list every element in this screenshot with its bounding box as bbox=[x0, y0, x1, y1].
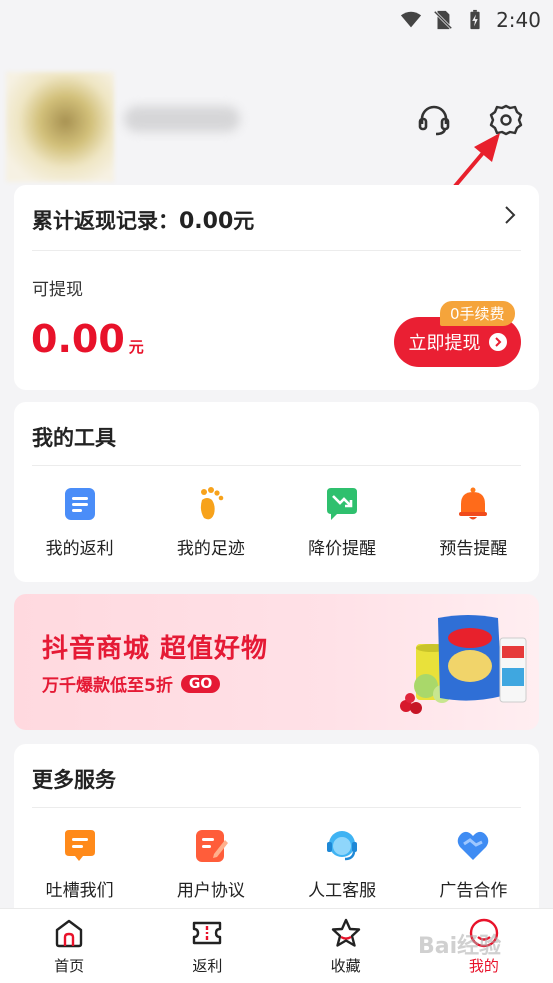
tool-my-rebate[interactable]: 我的返利 bbox=[14, 486, 145, 559]
tab-mine[interactable]: 我的 bbox=[415, 909, 553, 983]
section-title-tools: 我的工具 bbox=[32, 426, 116, 450]
tab-favorites[interactable]: 收藏 bbox=[277, 909, 415, 983]
wifi-icon bbox=[400, 11, 422, 28]
my-tools-card: 我的工具 我的返利 我的足迹 降价提醒 预告提醒 bbox=[14, 402, 539, 582]
service-customer-support[interactable]: 人工客服 bbox=[277, 828, 408, 901]
status-bar: 2:40 bbox=[0, 0, 553, 40]
snack-products-image bbox=[400, 615, 527, 714]
section-title-more: 更多服务 bbox=[32, 768, 116, 792]
go-button[interactable]: GO bbox=[180, 674, 221, 693]
cashback-card: 累计返现记录：0.00元 可提现 0.00 元 立即提现 0手续费 bbox=[14, 185, 539, 390]
banner-subtitle: 万千爆款低至5折 GO bbox=[42, 671, 221, 696]
tool-price-drop[interactable]: 降价提醒 bbox=[277, 486, 408, 559]
bell-icon bbox=[459, 487, 488, 520]
chevron-right-icon[interactable] bbox=[503, 205, 517, 225]
fee-badge: 0手续费 bbox=[440, 301, 515, 326]
service-ad-cooperation[interactable]: 广告合作 bbox=[408, 828, 539, 901]
withdrawable-label: 可提现 bbox=[32, 280, 83, 300]
service-feedback[interactable]: 吐槽我们 bbox=[14, 828, 145, 901]
withdrawable-amount: 0.00 元 bbox=[31, 317, 144, 361]
tab-rebate[interactable]: 返利 bbox=[138, 909, 276, 983]
profile-icon bbox=[469, 918, 499, 947]
avatar[interactable] bbox=[6, 72, 114, 182]
promo-banner[interactable]: 抖音商城 超值好物 万千爆款低至5折 GO bbox=[14, 594, 539, 730]
agreement-icon bbox=[195, 830, 228, 862]
ticket-icon bbox=[193, 921, 222, 944]
tool-preview-reminder[interactable]: 预告提醒 bbox=[408, 486, 539, 559]
status-time: 2:40 bbox=[496, 8, 541, 32]
home-icon bbox=[55, 919, 83, 947]
divider bbox=[32, 807, 521, 808]
star-icon bbox=[331, 918, 360, 947]
customer-service-icon bbox=[327, 831, 358, 861]
no-sim-icon bbox=[433, 10, 453, 30]
feedback-chat-icon bbox=[64, 830, 95, 861]
battery-charging-icon bbox=[470, 9, 480, 30]
cashback-record-title[interactable]: 累计返现记录：0.00元 bbox=[32, 205, 254, 235]
tab-home[interactable]: 首页 bbox=[0, 909, 138, 983]
headset-icon[interactable] bbox=[416, 102, 452, 138]
username-blurred bbox=[124, 106, 240, 132]
service-user-agreement[interactable]: 用户协议 bbox=[145, 828, 276, 901]
tool-my-footprint[interactable]: 我的足迹 bbox=[145, 486, 276, 559]
divider bbox=[32, 465, 521, 466]
heart-handshake-icon bbox=[458, 831, 489, 860]
gear-icon[interactable] bbox=[488, 102, 524, 138]
more-services-card: 更多服务 吐槽我们 用户协议 人工客服 广告合作 bbox=[14, 744, 539, 924]
arrow-right-icon bbox=[488, 333, 507, 351]
banner-title: 抖音商城 超值好物 bbox=[42, 634, 269, 664]
bottom-tab-bar: 首页 返利 收藏 我的 bbox=[0, 908, 553, 983]
cashback-total: 0.00 bbox=[179, 209, 234, 234]
price-drop-icon bbox=[327, 488, 358, 520]
profile-header bbox=[6, 72, 547, 182]
footprint-icon bbox=[200, 487, 224, 520]
list-doc-icon bbox=[64, 488, 95, 520]
divider bbox=[32, 250, 521, 251]
